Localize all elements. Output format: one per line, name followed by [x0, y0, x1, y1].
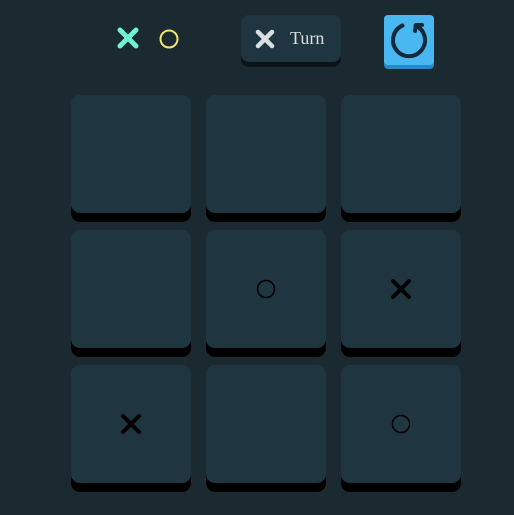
- x-mark-icon: [391, 279, 411, 299]
- game-board: [71, 95, 461, 483]
- o-mark-icon: [256, 279, 276, 299]
- board-cell-5[interactable]: [206, 230, 326, 348]
- board-cell-3[interactable]: [341, 95, 461, 213]
- turn-label: Turn: [290, 28, 325, 48]
- board-cell-2[interactable]: [206, 95, 326, 213]
- x-mark-icon: [121, 414, 141, 434]
- logo-o-icon: [159, 29, 179, 49]
- logo-x-icon: [117, 27, 139, 49]
- restart-button[interactable]: [384, 15, 434, 65]
- turn-x-icon: [255, 29, 275, 48]
- board-cell-4[interactable]: [71, 230, 191, 348]
- board-cell-7[interactable]: [71, 365, 191, 483]
- logo-marks: [117, 27, 179, 49]
- turn-indicator: Turn: [241, 15, 341, 62]
- board-cell-1[interactable]: [71, 95, 191, 213]
- board-cell-6[interactable]: [341, 230, 461, 348]
- o-mark-icon: [391, 414, 411, 434]
- tic-tac-toe-app: Turn: [0, 0, 514, 515]
- board-cell-8[interactable]: [206, 365, 326, 483]
- board-cell-9[interactable]: [341, 365, 461, 483]
- game-logo: [117, 27, 182, 51]
- restart-icon: [391, 23, 427, 59]
